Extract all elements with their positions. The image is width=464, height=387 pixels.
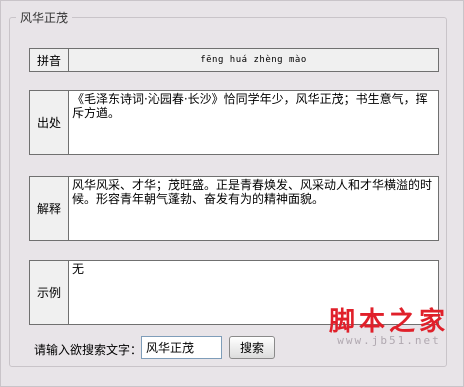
search-label: 请输入欲搜索文字： <box>34 343 143 357</box>
search-input[interactable] <box>141 336 222 359</box>
group-title: 风华正茂 <box>20 11 69 25</box>
pinyin-value: fēng huá zhèng mào <box>68 48 439 72</box>
app-window: 风华正茂 拼音 fēng huá zhèng mào 出处 《毛泽东诗词·沁园春… <box>0 0 464 387</box>
watermark-logo: 脚本之家 www.jb51.net <box>329 301 449 347</box>
pinyin-label: 拼音 <box>29 48 69 72</box>
search-button[interactable]: 搜索 <box>229 336 275 359</box>
meaning-textarea[interactable]: 风华风采、才华；茂旺盛。正是青春焕发、风采动人和才华横溢的时候。形容青年朝气蓬勃… <box>68 176 439 241</box>
meaning-label: 解释 <box>29 176 69 241</box>
example-label: 示例 <box>29 260 69 325</box>
watermark-title: 脚本之家 <box>328 307 449 337</box>
source-label: 出处 <box>29 90 69 155</box>
source-textarea[interactable]: 《毛泽东诗词·沁园春·长沙》恰同学年少，风华正茂；书生意气，挥斥方遒。 <box>68 90 439 155</box>
watermark-url: www.jb51.net <box>337 334 441 347</box>
